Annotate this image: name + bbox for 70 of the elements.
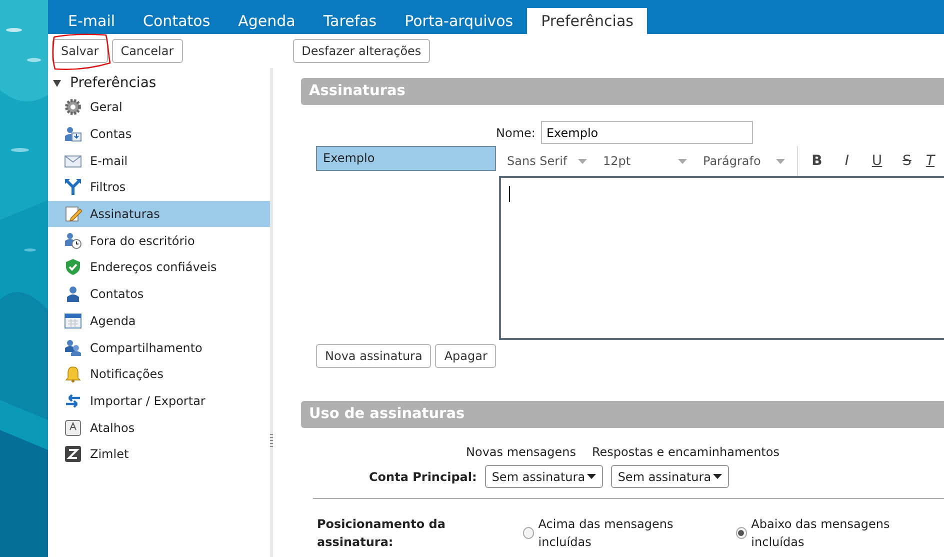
calendar-icon [64, 312, 82, 330]
bell-icon [64, 365, 82, 384]
format-select[interactable]: Parágrafo [695, 152, 793, 170]
sidebar-item[interactable]: Assinaturas [48, 200, 270, 228]
signature-list-item[interactable]: Exemplo [316, 146, 496, 171]
sidebar-title: Preferências [70, 74, 156, 92]
dropdown-caret-icon [678, 158, 687, 164]
size-select[interactable]: 12pt [595, 152, 695, 170]
signature-select[interactable]: Sem assinatura [610, 465, 729, 488]
underline-button[interactable]: U [862, 150, 892, 172]
tab[interactable]: Porta-arquivos [390, 8, 528, 34]
sidebar-item[interactable]: Endereços confiáveis [48, 254, 270, 281]
expanded-triangle-icon[interactable] [52, 78, 62, 88]
sidebar-item[interactable]: Geral [48, 94, 270, 121]
clear-format-button[interactable]: T [926, 150, 935, 172]
resize-grip-icon[interactable] [270, 434, 273, 448]
dropdown-caret-icon [578, 158, 587, 164]
signature-select[interactable]: Sem assinatura [484, 465, 603, 488]
dropdown-caret-icon [712, 474, 722, 479]
name-field[interactable]: Exemplo [541, 121, 754, 144]
section-header: Assinaturas [301, 78, 944, 105]
new-signature-button[interactable]: Nova assinatura [316, 344, 432, 368]
cancel-button[interactable]: Cancelar [112, 39, 183, 63]
bold-button[interactable]: B [802, 150, 832, 172]
tab[interactable]: Tarefas [309, 8, 391, 34]
square-z-icon [64, 445, 82, 464]
italic-button[interactable]: I [832, 150, 862, 172]
person-clock-icon [64, 232, 82, 250]
section-header: Uso de assinaturas [301, 401, 944, 428]
editor-area[interactable] [499, 176, 944, 340]
undo-button[interactable]: Desfazer alterações [292, 39, 430, 63]
sidebar-item[interactable]: Fora do escritório [48, 227, 270, 254]
keyboard-key-icon [64, 418, 82, 437]
tab[interactable]: Preferências [527, 8, 648, 34]
branching-arrows-icon [64, 178, 82, 196]
person-icon [64, 285, 82, 304]
sidebar-item[interactable]: Atalhos [48, 414, 270, 441]
sidebar-item[interactable]: Zimlet [48, 440, 270, 468]
tab[interactable]: Contatos [129, 8, 224, 34]
delete-button[interactable]: Apagar [435, 344, 496, 368]
annotation-scribble [50, 33, 112, 73]
sidebar-item[interactable]: Contatos [48, 280, 270, 308]
column-label: Respostas e encaminhamentos [592, 444, 780, 461]
column-label: Novas mensagens [466, 444, 577, 461]
sidebar-item[interactable]: Contas [48, 120, 270, 148]
tab[interactable]: E-mail [54, 8, 130, 34]
sidebar-item[interactable]: Agenda [48, 308, 270, 334]
sidebar-item[interactable]: Filtros [48, 174, 270, 201]
font-select[interactable]: Sans Serif [499, 152, 595, 170]
tab[interactable]: Agenda [224, 8, 310, 34]
text-cursor [509, 186, 510, 202]
person-envelope-icon [64, 125, 82, 144]
exchange-arrows-icon [64, 392, 82, 410]
sidebar-item[interactable]: Importar / Exportar [48, 388, 270, 414]
save-button[interactable]: Salvar [52, 39, 108, 63]
radio-option[interactable]: Abaixo das mensagens incluídas [736, 515, 936, 551]
strikethrough-button[interactable]: S [892, 150, 922, 172]
sidebar-item[interactable]: E-mail [48, 147, 270, 174]
sidebar-item[interactable]: Notificações [48, 360, 270, 388]
shield-check-icon [64, 258, 82, 276]
field-label: Nome: [496, 124, 536, 142]
people-icon [64, 338, 82, 357]
field-label: Conta Principal: [369, 468, 477, 486]
field-label: Posicionamento da assinatura: [317, 516, 446, 551]
sidebar-item[interactable]: Compartilhamento [48, 334, 270, 361]
dropdown-caret-icon [776, 158, 785, 164]
radio-option[interactable]: Acima das mensagens incluídas [522, 515, 720, 551]
pencil-paper-icon [64, 205, 82, 224]
gear-icon [64, 98, 82, 116]
dropdown-caret-icon [586, 474, 596, 479]
